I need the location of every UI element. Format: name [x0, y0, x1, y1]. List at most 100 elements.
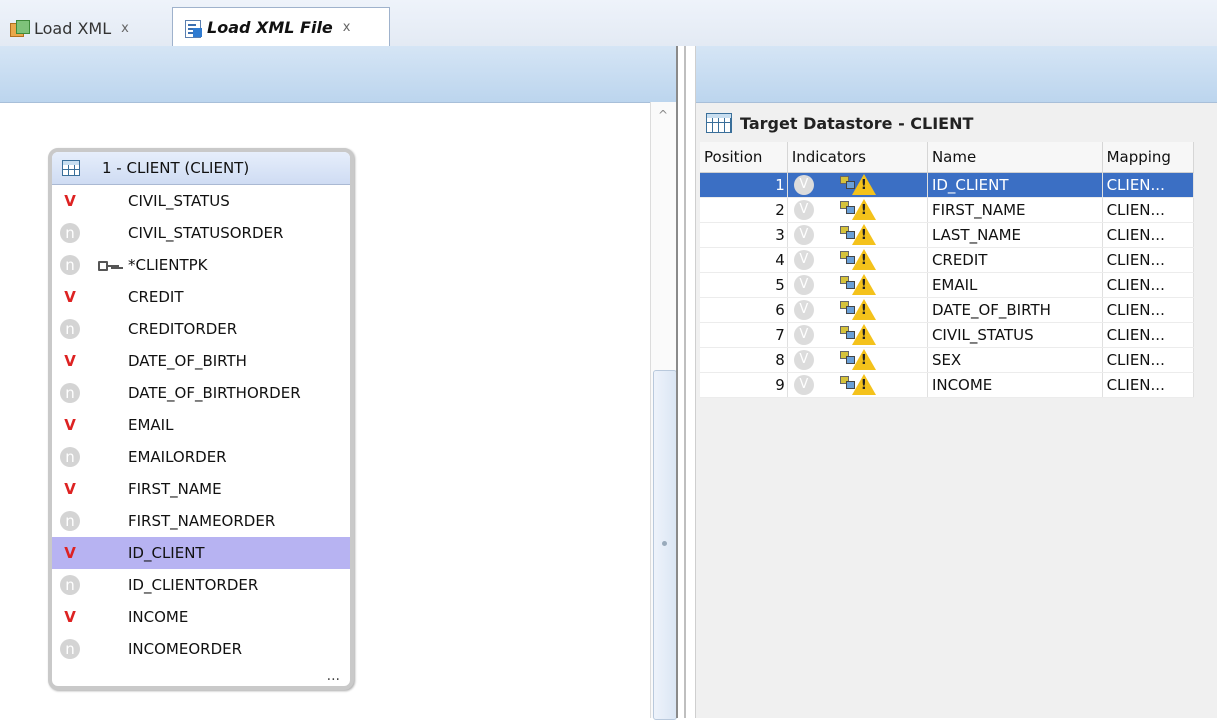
cell-name: LAST_NAME	[927, 222, 1103, 248]
table-row[interactable]: 6V DATE_OF_BIRTHCLIEN...	[700, 297, 1195, 323]
table-row[interactable]: 7V CIVIL_STATUSCLIEN...	[700, 322, 1195, 348]
indicators: V	[792, 198, 923, 222]
attribute-row[interactable]: V CREDIT	[52, 281, 350, 313]
table-row[interactable]: 5V EMAILCLIEN...	[700, 272, 1195, 298]
unmapped-icon: n	[60, 639, 80, 659]
table-row[interactable]: 9V INCOMECLIEN...	[700, 372, 1195, 398]
cell-indicators: V	[787, 372, 928, 398]
attribute-row[interactable]: n CIVIL_STATUSORDER	[52, 217, 350, 249]
attribute-row[interactable]: V ID_CLIENT	[52, 537, 350, 569]
attribute-row[interactable]: n *CLIENTPK	[52, 249, 350, 281]
cell-indicators: V	[787, 297, 928, 323]
table-header-row: Position Indicators Name Mapping	[700, 142, 1195, 173]
attribute-row[interactable]: n INCOMEORDER	[52, 633, 350, 665]
warning-icon	[851, 174, 876, 195]
cell-name: SEX	[927, 347, 1103, 373]
indicators: V	[792, 373, 923, 397]
warning-icon	[851, 274, 876, 295]
indicators: V	[792, 273, 923, 297]
unmapped-icon: n	[60, 319, 80, 339]
cell-name: CREDIT	[927, 247, 1103, 273]
more-indicator: ...	[326, 668, 340, 684]
cell-name: DATE_OF_BIRTH	[927, 297, 1103, 323]
unmapped-icon: n	[60, 447, 80, 467]
warning-icon	[851, 249, 876, 270]
attribute-name: EMAIL	[128, 416, 174, 434]
cell-indicators: V	[787, 272, 928, 298]
target-datastore-title: Target Datastore - CLIENT	[704, 108, 973, 138]
unmapped-icon: n	[60, 383, 80, 403]
scroll-up-icon[interactable]: ^	[658, 108, 668, 122]
source-pane-header	[0, 46, 676, 103]
unmapped-icon: n	[60, 575, 80, 595]
attribute-row[interactable]: V INCOME	[52, 601, 350, 633]
column-header-position[interactable]: Position	[700, 142, 788, 173]
attribute-row[interactable]: n DATE_OF_BIRTHORDER	[52, 377, 350, 409]
cell-indicators: V	[787, 222, 928, 248]
attribute-row[interactable]: V EMAIL	[52, 409, 350, 441]
tab-load-xml-file[interactable]: Load XML File x	[172, 7, 390, 47]
table-icon	[706, 113, 732, 133]
warning-icon	[851, 199, 876, 220]
attribute-row[interactable]: V FIRST_NAME	[52, 473, 350, 505]
tab-load-xml[interactable]: Load XML x	[0, 10, 168, 46]
cell-position: 1	[700, 172, 788, 198]
source-datastore-header[interactable]: 1 - CLIENT (CLIENT)	[52, 152, 350, 185]
cell-mapping: CLIEN...	[1102, 272, 1195, 298]
attribute-row[interactable]: n CREDITORDER	[52, 313, 350, 345]
indicators: V	[792, 323, 923, 347]
vertical-scrollbar[interactable]: ^	[650, 102, 677, 720]
close-icon[interactable]: x	[343, 20, 351, 35]
scrollbar-thumb[interactable]	[653, 370, 677, 720]
table-row[interactable]: 3V LAST_NAMECLIEN...	[700, 222, 1195, 248]
table-row[interactable]: 1V ID_CLIENTCLIEN...	[700, 172, 1195, 198]
cell-name: INCOME	[927, 372, 1103, 398]
cell-position: 5	[700, 272, 788, 298]
table-row[interactable]: 4V CREDITCLIEN...	[700, 247, 1195, 273]
source-datastore-box[interactable]: 1 - CLIENT (CLIENT) V CIVIL_STATUS n CIVIL_…	[48, 148, 354, 690]
close-icon[interactable]: x	[121, 21, 129, 36]
validated-icon: V	[793, 300, 814, 320]
validated-icon: V	[793, 175, 814, 195]
cell-indicators: V	[787, 322, 928, 348]
warning-icon	[851, 324, 876, 345]
pane-splitter[interactable]	[676, 46, 696, 718]
validated-icon: V	[64, 544, 76, 562]
cell-mapping: CLIEN...	[1102, 297, 1195, 323]
attribute-name: FIRST_NAMEORDER	[128, 512, 276, 530]
indicators: V	[792, 298, 923, 322]
unmapped-icon: n	[60, 511, 80, 531]
cell-mapping: CLIEN...	[1102, 172, 1195, 198]
attribute-row[interactable]: n EMAILORDER	[52, 441, 350, 473]
attribute-name: CREDIT	[128, 288, 184, 306]
attribute-name: CIVIL_STATUS	[128, 192, 230, 210]
warning-icon	[851, 349, 876, 370]
attribute-name: *CLIENTPK	[128, 256, 208, 274]
attribute-row[interactable]: n FIRST_NAMEORDER	[52, 505, 350, 537]
cell-position: 8	[700, 347, 788, 373]
validated-icon: V	[64, 480, 76, 498]
key-icon	[98, 261, 120, 271]
cell-mapping: CLIEN...	[1102, 197, 1195, 223]
attribute-name: CIVIL_STATUSORDER	[128, 224, 284, 242]
attribute-row[interactable]: V DATE_OF_BIRTH	[52, 345, 350, 377]
table-row[interactable]: 2V FIRST_NAMECLIEN...	[700, 197, 1195, 223]
indicators: V	[792, 223, 923, 247]
cell-position: 3	[700, 222, 788, 248]
cell-position: 4	[700, 247, 788, 273]
column-header-indicators[interactable]: Indicators	[787, 142, 928, 173]
cell-position: 7	[700, 322, 788, 348]
table-row[interactable]: 8V SEXCLIEN...	[700, 347, 1195, 373]
cell-indicators: V	[787, 197, 928, 223]
attribute-row[interactable]: V CIVIL_STATUS	[52, 185, 350, 217]
validated-icon: V	[64, 352, 76, 370]
column-header-mapping[interactable]: Mapping	[1102, 142, 1195, 173]
column-header-name[interactable]: Name	[927, 142, 1103, 173]
source-diagram-pane: 1 - CLIENT (CLIENT) V CIVIL_STATUS n CIVIL_…	[0, 46, 677, 720]
validated-icon: V	[64, 288, 76, 306]
cell-mapping: CLIEN...	[1102, 322, 1195, 348]
attribute-name: INCOMEORDER	[128, 640, 243, 658]
tab-label: Load XML	[34, 18, 112, 38]
attribute-row[interactable]: n ID_CLIENTORDER	[52, 569, 350, 601]
attribute-name: CREDITORDER	[128, 320, 238, 338]
